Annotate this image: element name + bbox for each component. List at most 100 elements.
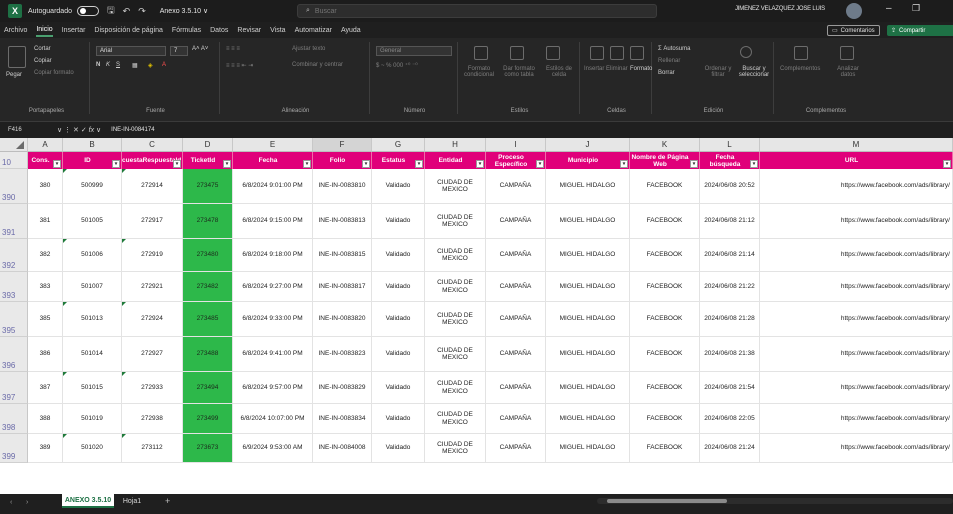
restore-icon[interactable]: ❐ <box>912 3 920 14</box>
filter-dropdown-icon[interactable]: ▾ <box>690 160 698 168</box>
table-header-cell[interactable]: Proceso Específico ▾ <box>486 152 546 169</box>
format-button[interactable]: Formato <box>630 66 652 72</box>
table-cell[interactable]: 6/8/2024 9:33:00 PM <box>233 302 313 337</box>
table-cell[interactable]: FACEBOOK <box>630 372 700 404</box>
format-table-icon[interactable] <box>510 46 524 60</box>
table-cell[interactable]: 386 <box>28 337 63 372</box>
table-cell[interactable]: FACEBOOK <box>630 434 700 463</box>
table-header-cell[interactable]: Fecha ▾ <box>233 152 313 169</box>
filter-dropdown-icon[interactable]: ▾ <box>362 160 370 168</box>
font-name-select[interactable]: Arial <box>96 46 166 56</box>
column-header[interactable]: E <box>233 138 313 152</box>
underline-icon[interactable]: S <box>116 62 120 68</box>
share-button[interactable]: ⇪ Compartir <box>887 25 953 36</box>
table-cell[interactable]: 2024/06/08 21:54 <box>700 372 760 404</box>
table-cell[interactable]: MIGUEL HIDALGO <box>546 337 630 372</box>
filter-dropdown-icon[interactable]: ▾ <box>53 160 61 168</box>
autosum-button[interactable]: Σ Autosuma <box>658 46 690 52</box>
table-cell[interactable]: 501007 <box>63 272 122 302</box>
table-cell[interactable]: 272921 <box>122 272 183 302</box>
table-cell[interactable]: CIUDAD DE MEXICO <box>425 169 486 204</box>
table-cell[interactable]: 273673 <box>183 434 233 463</box>
table-cell[interactable]: INE-IN-0083829 <box>313 372 372 404</box>
table-cell[interactable]: Validado <box>372 302 425 337</box>
add-sheet-icon[interactable]: + <box>165 496 170 506</box>
sheet-tab-anexo[interactable]: ANEXO 3.5.10 <box>62 494 114 508</box>
table-cell[interactable]: 272933 <box>122 372 183 404</box>
redo-icon[interactable]: ↷ <box>138 6 146 17</box>
table-cell[interactable]: Validado <box>372 337 425 372</box>
table-cell[interactable]: 387 <box>28 372 63 404</box>
table-cell[interactable]: 6/8/2024 9:15:00 PM <box>233 204 313 239</box>
tab-insertar[interactable]: Insertar <box>62 25 86 36</box>
table-cell[interactable]: FACEBOOK <box>630 302 700 337</box>
row-header[interactable]: 10 <box>0 152 28 169</box>
table-cell[interactable]: 383 <box>28 272 63 302</box>
insert-cells-icon[interactable] <box>590 46 604 60</box>
table-cell[interactable]: CAMPAÑA <box>486 239 546 272</box>
filter-dropdown-icon[interactable]: ▾ <box>415 160 423 168</box>
bold-icon[interactable]: N <box>96 62 100 68</box>
table-cell[interactable]: 272917 <box>122 204 183 239</box>
table-header-cell[interactable]: Entidad ▾ <box>425 152 486 169</box>
document-title[interactable]: Anexo 3.5.10 ∨ <box>160 7 208 15</box>
wrap-text-button[interactable]: Ajustar texto <box>292 46 325 52</box>
table-cell[interactable]: 6/8/2024 9:41:00 PM <box>233 337 313 372</box>
column-header[interactable]: K <box>630 138 700 152</box>
table-cell[interactable]: 273494 <box>183 372 233 404</box>
table-cell[interactable]: https://www.facebook.com/ads/library/ <box>760 204 953 239</box>
table-cell[interactable]: INE-IN-0083815 <box>313 239 372 272</box>
name-box[interactable]: F416 <box>4 124 49 136</box>
tab-revisar[interactable]: Revisar <box>237 25 261 36</box>
table-cell[interactable]: 380 <box>28 169 63 204</box>
table-cell[interactable]: 500999 <box>63 169 122 204</box>
table-cell[interactable]: 273488 <box>183 337 233 372</box>
table-cell[interactable]: https://www.facebook.com/ads/library/ <box>760 169 953 204</box>
table-cell[interactable]: 6/8/2024 9:27:00 PM <box>233 272 313 302</box>
table-cell[interactable]: CIUDAD DE MEXICO <box>425 302 486 337</box>
table-cell[interactable]: 273499 <box>183 404 233 434</box>
table-cell[interactable]: MIGUEL HIDALGO <box>546 434 630 463</box>
filter-dropdown-icon[interactable]: ▾ <box>303 160 311 168</box>
formula-buttons-icon[interactable]: ∨ ⋮ ✕ ✓ fx ∨ <box>57 126 101 134</box>
filter-dropdown-icon[interactable]: ▾ <box>750 160 758 168</box>
filter-dropdown-icon[interactable]: ▾ <box>536 160 544 168</box>
table-header-cell[interactable]: Nombre de Página Web ▾ <box>630 152 700 169</box>
paste-button[interactable]: Pegar <box>6 72 22 78</box>
table-cell[interactable]: 2024/06/08 22:05 <box>700 404 760 434</box>
find-select-icon[interactable] <box>740 46 752 58</box>
table-cell[interactable]: FACEBOOK <box>630 272 700 302</box>
table-cell[interactable]: FACEBOOK <box>630 169 700 204</box>
format-cells-icon[interactable] <box>630 46 644 60</box>
table-cell[interactable]: MIGUEL HIDALGO <box>546 204 630 239</box>
filter-dropdown-icon[interactable]: ▾ <box>173 160 181 168</box>
table-cell[interactable]: 272938 <box>122 404 183 434</box>
table-cell[interactable]: 272914 <box>122 169 183 204</box>
table-cell[interactable]: https://www.facebook.com/ads/library/ <box>760 337 953 372</box>
fill-button[interactable]: Rellenar <box>658 58 680 64</box>
table-cell[interactable]: FACEBOOK <box>630 337 700 372</box>
conditional-format-button[interactable]: Formato condicional <box>460 66 498 78</box>
filter-dropdown-icon[interactable]: ▾ <box>943 160 951 168</box>
conditional-format-icon[interactable] <box>474 46 488 60</box>
table-cell[interactable]: FACEBOOK <box>630 404 700 434</box>
table-cell[interactable]: 2024/06/08 21:12 <box>700 204 760 239</box>
table-cell[interactable]: MIGUEL HIDALGO <box>546 169 630 204</box>
table-cell[interactable]: Validado <box>372 239 425 272</box>
table-cell[interactable]: Validado <box>372 372 425 404</box>
table-cell[interactable]: 2024/06/08 20:52 <box>700 169 760 204</box>
search-input[interactable] <box>314 7 615 15</box>
analyze-data-icon[interactable] <box>840 46 854 60</box>
table-cell[interactable]: 6/8/2024 9:57:00 PM <box>233 372 313 404</box>
addins-icon[interactable] <box>794 46 808 60</box>
column-header[interactable]: J <box>546 138 630 152</box>
avatar[interactable] <box>846 3 862 19</box>
tab-ayuda[interactable]: Ayuda <box>341 25 361 36</box>
table-cell[interactable]: INE-IN-0083834 <box>313 404 372 434</box>
table-header-cell[interactable]: Folio ▾ <box>313 152 372 169</box>
table-header-cell[interactable]: Estatus ▾ <box>372 152 425 169</box>
cell-styles-button[interactable]: Estilos de celda <box>540 66 578 78</box>
table-header-cell[interactable]: Municipio ▾ <box>546 152 630 169</box>
table-cell[interactable]: FACEBOOK <box>630 239 700 272</box>
table-header-cell[interactable]: TicketId ▾ <box>183 152 233 169</box>
